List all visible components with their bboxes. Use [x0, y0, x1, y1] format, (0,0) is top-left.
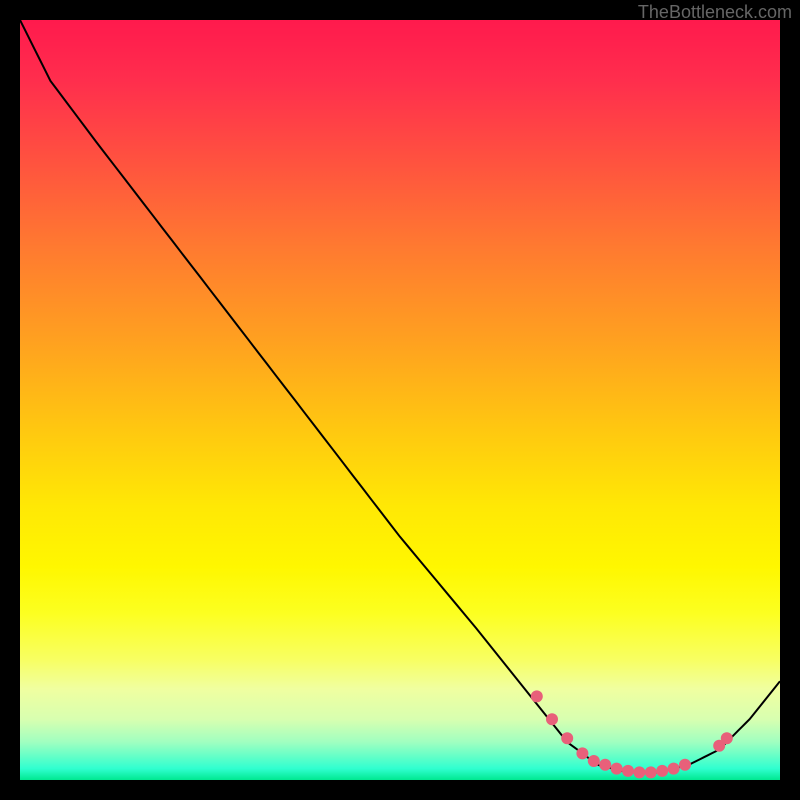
data-point	[656, 765, 668, 777]
chart-svg	[20, 20, 780, 780]
data-point	[679, 759, 691, 771]
data-point	[576, 747, 588, 759]
data-point	[645, 766, 657, 778]
data-point	[599, 759, 611, 771]
data-point	[721, 732, 733, 744]
data-point	[611, 763, 623, 775]
data-point	[668, 763, 680, 775]
data-point	[622, 765, 634, 777]
data-point	[531, 690, 543, 702]
data-point	[633, 766, 645, 778]
data-point	[561, 732, 573, 744]
watermark-text: TheBottleneck.com	[638, 2, 792, 23]
data-point	[546, 713, 558, 725]
data-point	[588, 755, 600, 767]
bottleneck-curve	[20, 20, 780, 772]
